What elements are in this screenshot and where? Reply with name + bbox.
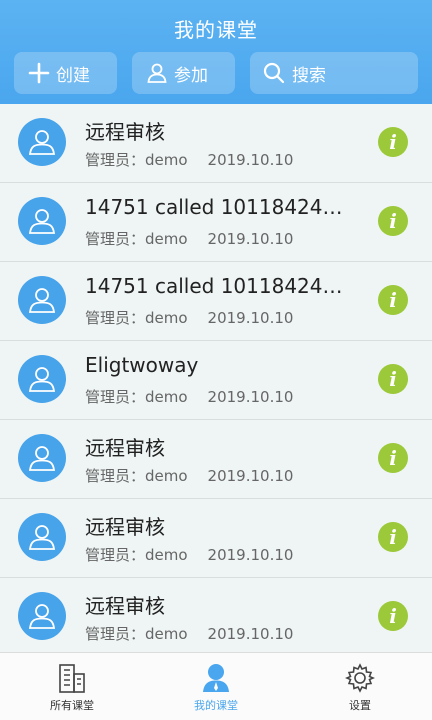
avatar (18, 434, 66, 482)
class-meta: 管理员：demo 2019.10.10 (85, 386, 293, 407)
info-icon[interactable]: i (378, 285, 408, 315)
class-row[interactable]: 14751 called 1011842422… 管理员：demo 2019.10… (0, 262, 432, 341)
class-row[interactable]: 14751 called 1011842422… 管理员：demo 2019.10… (0, 183, 432, 262)
class-row[interactable]: Eligtwoway 管理员：demo 2019.10.10 i (0, 341, 432, 420)
class-title: 远程审核 (85, 120, 165, 144)
tab-label: 设置 (349, 699, 371, 712)
avatar (18, 513, 66, 561)
class-title: 14751 called 1011842422… (85, 274, 355, 298)
class-meta: 管理员：demo 2019.10.10 (85, 465, 293, 486)
action-bar: 创建 参加 搜索 (0, 52, 432, 94)
user-icon (201, 661, 231, 695)
class-admin: 管理员：demo (85, 230, 188, 248)
class-meta: 管理员：demo 2019.10.10 (85, 623, 293, 644)
tab-bar: 所有课堂 我的课堂 设置 (0, 652, 432, 720)
class-title: 远程审核 (85, 436, 165, 460)
avatar (18, 276, 66, 324)
gear-icon (345, 661, 375, 695)
class-title: 14751 called 1011842422… (85, 195, 355, 219)
class-meta: 管理员：demo 2019.10.10 (85, 228, 293, 249)
tab-my-classes[interactable]: 我的课堂 (144, 653, 288, 720)
class-row[interactable]: 远程审核 管理员：demo 2019.10.10 i (0, 104, 432, 183)
class-date: 2019.10.10 (207, 151, 294, 169)
class-admin: 管理员：demo (85, 546, 188, 564)
class-list: 远程审核 管理员：demo 2019.10.10 i 14751 called 1… (0, 104, 432, 652)
search-button[interactable]: 搜索 (250, 52, 418, 94)
class-title: 远程审核 (85, 594, 165, 618)
info-icon[interactable]: i (378, 364, 408, 394)
join-button-label: 参加 (174, 65, 208, 86)
search-icon (262, 61, 286, 85)
tab-label: 所有课堂 (50, 699, 94, 712)
avatar (18, 197, 66, 245)
class-meta: 管理员：demo 2019.10.10 (85, 544, 293, 565)
class-date: 2019.10.10 (207, 467, 294, 485)
class-date: 2019.10.10 (207, 388, 294, 406)
info-icon[interactable]: i (378, 206, 408, 236)
info-icon[interactable]: i (378, 522, 408, 552)
avatar (18, 118, 66, 166)
class-date: 2019.10.10 (207, 625, 294, 643)
class-admin: 管理员：demo (85, 467, 188, 485)
person-join-icon (146, 62, 168, 84)
page-title: 我的课堂 (174, 18, 258, 42)
class-admin: 管理员：demo (85, 388, 188, 406)
class-meta: 管理员：demo 2019.10.10 (85, 307, 293, 328)
info-icon[interactable]: i (378, 601, 408, 631)
class-date: 2019.10.10 (207, 309, 294, 327)
class-row[interactable]: 远程审核 管理员：demo 2019.10.10 i (0, 578, 432, 652)
tab-all-classes[interactable]: 所有课堂 (0, 653, 144, 720)
building-icon (57, 661, 87, 695)
class-admin: 管理员：demo (85, 151, 188, 169)
header-bar: 我的课堂 创建 参加 搜索 (0, 0, 432, 104)
create-button[interactable]: 创建 (14, 52, 117, 94)
class-date: 2019.10.10 (207, 546, 294, 564)
class-row[interactable]: 远程审核 管理员：demo 2019.10.10 i (0, 499, 432, 578)
create-button-label: 创建 (56, 65, 90, 86)
class-admin: 管理员：demo (85, 625, 188, 643)
join-button[interactable]: 参加 (132, 52, 235, 94)
plus-icon (28, 62, 50, 84)
tab-settings[interactable]: 设置 (288, 653, 432, 720)
tab-label: 我的课堂 (194, 699, 238, 712)
class-title: Eligtwoway (85, 353, 199, 377)
info-icon[interactable]: i (378, 443, 408, 473)
class-row[interactable]: 远程审核 管理员：demo 2019.10.10 i (0, 420, 432, 499)
class-meta: 管理员：demo 2019.10.10 (85, 149, 293, 170)
info-icon[interactable]: i (378, 127, 408, 157)
class-date: 2019.10.10 (207, 230, 294, 248)
search-button-label: 搜索 (292, 65, 326, 86)
avatar (18, 355, 66, 403)
class-admin: 管理员：demo (85, 309, 188, 327)
avatar (18, 592, 66, 640)
class-title: 远程审核 (85, 515, 165, 539)
